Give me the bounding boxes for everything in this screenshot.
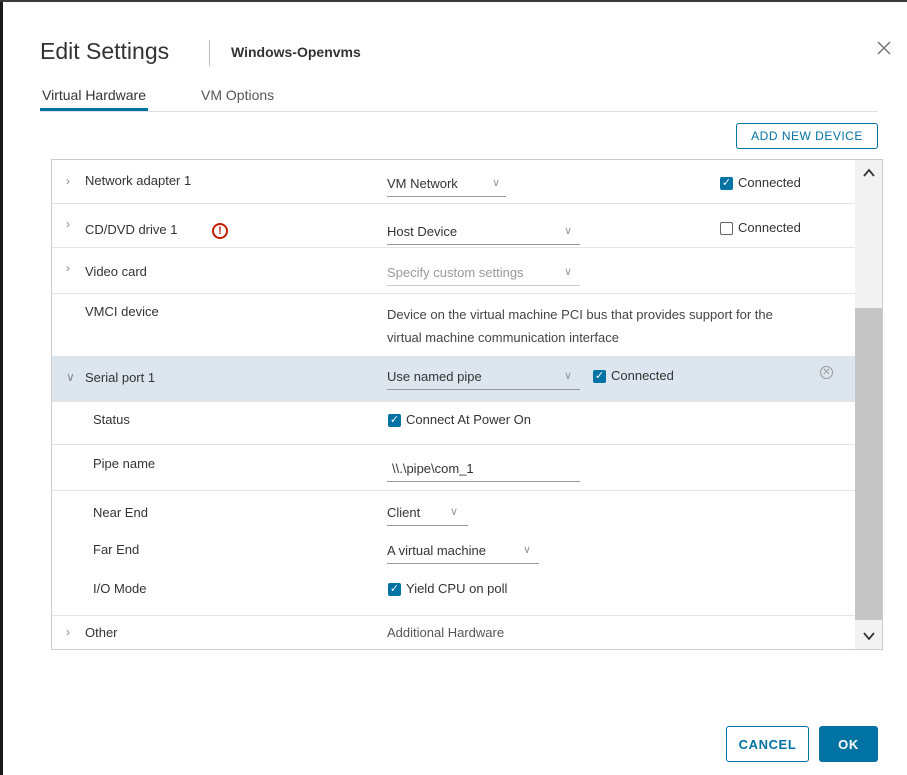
vm-name: Windows-Openvms xyxy=(231,44,361,60)
pipe-name-label: Pipe name xyxy=(93,456,156,471)
cd-dvd-connected-checkbox[interactable] xyxy=(720,222,733,235)
dialog-title: Edit Settings xyxy=(40,38,170,64)
chevron-down-icon: ∨ xyxy=(564,370,573,382)
remove-device-icon[interactable]: ✕ xyxy=(820,366,833,379)
cd-dvd-select-value: Host Device xyxy=(387,224,458,239)
ok-button[interactable]: OK xyxy=(819,726,878,762)
tab-virtual-hardware[interactable]: Virtual Hardware xyxy=(39,87,149,111)
near-end-select[interactable]: Client ∨ xyxy=(387,504,468,526)
expand-chevron-icon[interactable]: › xyxy=(66,261,70,275)
chevron-down-icon: ∨ xyxy=(492,177,501,189)
close-icon[interactable] xyxy=(874,38,894,58)
far-end-select[interactable]: A virtual machine ∨ xyxy=(387,542,539,564)
expand-chevron-icon[interactable]: › xyxy=(66,625,70,639)
near-end-label: Near End xyxy=(93,505,148,520)
vmci-label: VMCI device xyxy=(85,304,159,319)
cd-dvd-label: CD/DVD drive 1 xyxy=(85,222,178,237)
cd-dvd-select[interactable]: Host Device ∨ xyxy=(387,223,580,245)
hardware-grid: › Network adapter 1 VM Network ∨ ✓ Conne… xyxy=(51,159,883,650)
io-mode-label: I/O Mode xyxy=(93,581,147,596)
scroll-up-icon[interactable] xyxy=(855,160,882,186)
edit-settings-dialog: Edit Settings Windows-Openvms Virtual Ha… xyxy=(3,2,907,775)
far-end-label: Far End xyxy=(93,542,140,557)
status-label: Status xyxy=(93,412,130,427)
row-other: › Other Additional Hardware xyxy=(52,615,855,649)
cancel-button[interactable]: CANCEL xyxy=(726,726,809,762)
near-end-select-value: Client xyxy=(387,505,421,520)
cd-dvd-connected-label: Connected xyxy=(738,220,801,235)
video-card-select[interactable]: Specify custom settings ∨ xyxy=(387,264,580,286)
other-label: Other xyxy=(85,625,118,640)
vertical-scrollbar[interactable] xyxy=(855,160,882,649)
add-new-device-button[interactable]: ADD NEW DEVICE xyxy=(736,123,878,149)
row-cd-dvd: › CD/DVD drive 1 ! Host Device ∨ Connect… xyxy=(52,203,855,248)
network-adapter-label: Network adapter 1 xyxy=(85,173,192,188)
row-serial-port: ∨ Serial port 1 Use named pipe ∨ ✓ Conne… xyxy=(52,356,855,402)
vmci-description-line: Device on the virtual machine PCI bus th… xyxy=(387,307,773,322)
network-connected-label: Connected xyxy=(738,175,801,190)
vmci-description-line: virtual machine communication interface xyxy=(387,330,619,345)
tab-bar: Virtual Hardware VM Options xyxy=(39,87,878,112)
tab-vm-options[interactable]: VM Options xyxy=(201,87,274,103)
warning-icon: ! xyxy=(212,223,228,239)
video-card-label: Video card xyxy=(85,264,147,279)
yield-cpu-label: Yield CPU on poll xyxy=(406,581,508,596)
connect-at-power-on-label: Connect At Power On xyxy=(406,412,532,427)
network-select-value: VM Network xyxy=(387,176,458,191)
other-value: Additional Hardware xyxy=(387,625,505,640)
vmci-description: Device on the virtual machine PCI bus th… xyxy=(387,303,857,349)
serial-connected-checkbox[interactable]: ✓ xyxy=(593,370,606,383)
video-card-select-value: Specify custom settings xyxy=(387,265,524,280)
expand-chevron-icon[interactable]: › xyxy=(66,174,70,188)
row-far-end: Far End A virtual machine ∨ xyxy=(52,532,855,572)
pipe-name-input[interactable]: \\.\pipe\com_1 xyxy=(387,461,580,482)
chevron-down-icon: ∨ xyxy=(523,544,532,556)
row-video-card: › Video card Specify custom settings ∨ xyxy=(52,247,855,294)
pipe-name-value: \\.\pipe\com_1 xyxy=(392,461,474,476)
chevron-down-icon: ∨ xyxy=(564,266,573,278)
network-select[interactable]: VM Network ∨ xyxy=(387,175,506,197)
row-io-mode: I/O Mode ✓ Yield CPU on poll xyxy=(52,572,855,616)
title-separator xyxy=(209,40,210,66)
row-near-end: Near End Client ∨ xyxy=(52,490,855,532)
row-pipe-name: Pipe name \\.\pipe\com_1 xyxy=(52,444,855,491)
row-vmci-device: VMCI device Device on the virtual machin… xyxy=(52,293,855,357)
expand-chevron-icon[interactable]: ∨ xyxy=(66,370,75,384)
expand-chevron-icon[interactable]: › xyxy=(66,217,70,231)
scrollbar-thumb[interactable] xyxy=(855,308,882,620)
far-end-select-value: A virtual machine xyxy=(387,543,486,558)
serial-port-select[interactable]: Use named pipe ∨ xyxy=(387,368,580,390)
serial-port-select-value: Use named pipe xyxy=(387,369,482,384)
scroll-down-icon[interactable] xyxy=(855,623,882,649)
row-network-adapter: › Network adapter 1 VM Network ∨ ✓ Conne… xyxy=(52,160,855,204)
connect-at-power-on-checkbox[interactable]: ✓ xyxy=(388,414,401,427)
yield-cpu-checkbox[interactable]: ✓ xyxy=(388,583,401,596)
chevron-down-icon: ∨ xyxy=(564,225,573,237)
chevron-down-icon: ∨ xyxy=(450,506,459,518)
serial-connected-label: Connected xyxy=(611,368,674,383)
network-connected-checkbox[interactable]: ✓ xyxy=(720,177,733,190)
row-status: Status ✓ Connect At Power On xyxy=(52,401,855,445)
serial-port-label: Serial port 1 xyxy=(85,370,156,385)
